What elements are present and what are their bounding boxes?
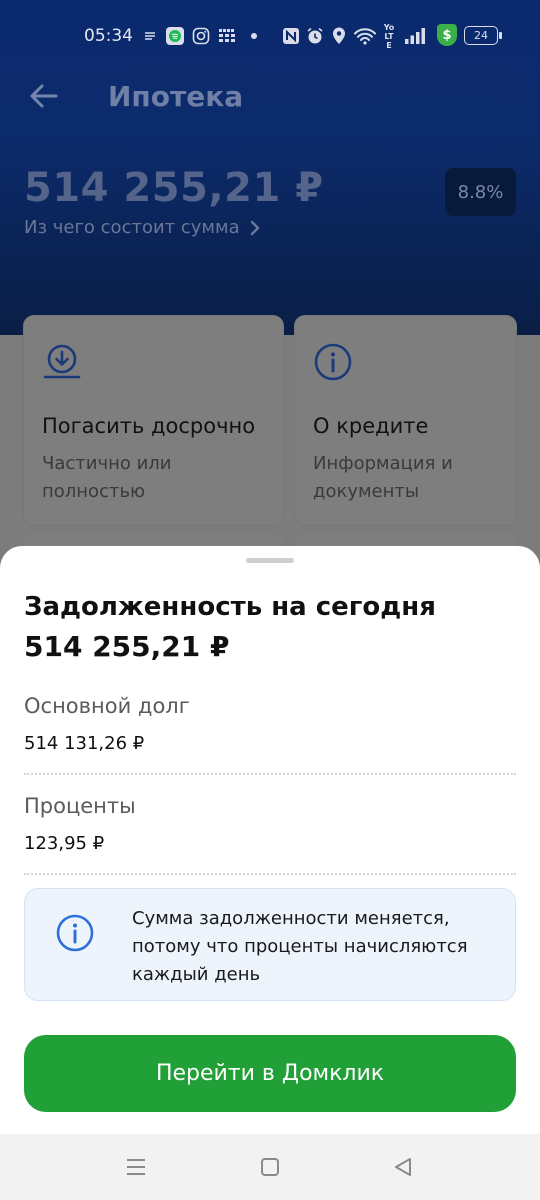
shield-icon: $ [437,24,457,46]
detmir-icon [218,26,238,46]
principal-label: Основной долг [24,694,190,718]
composition-link-label: Из чего состоит сумма [24,217,240,238]
divider [24,773,516,775]
card-subtitle: Информация и документы [313,453,453,502]
interest-label: Проценты [24,794,136,818]
amount-composition-link[interactable]: Из чего состоит сумма [24,217,260,238]
network-type: Yo LTE [383,22,395,50]
go-to-domclick-button[interactable]: Перейти в Домклик [24,1035,516,1112]
back-nav-button[interactable] [386,1152,420,1182]
sheet-total-amount: 514 255,21 ₽ [24,630,230,663]
network-label: Yo LTE [382,23,396,50]
info-icon [56,914,94,952]
interest-rate-badge: 8.8% [445,168,516,216]
arrow-left-icon [30,84,58,108]
instagram-icon [192,26,210,46]
info-notice-text: Сумма задолженности меняется, потому что… [132,908,468,985]
battery-icon: 24 [464,26,502,45]
chevron-right-icon [250,220,259,235]
info-icon [314,343,352,381]
location-icon [331,26,347,46]
status-time: 05:34 [84,26,133,46]
debt-bottom-sheet: Задолженность на сегодня 514 255,21 ₽ Ос… [0,546,540,1134]
interest-value: 123,95 ₽ [24,833,105,854]
card-title: О кредите [313,414,429,438]
status-bar: 05:34 Yo LTE $ 24 [0,0,540,72]
card-early-repayment[interactable]: Погасить досрочно Частично или полностью [24,316,283,525]
signal-icon [404,26,426,46]
card-about-loan[interactable]: О кредите Информация и документы [295,316,516,525]
home-button[interactable] [253,1152,287,1182]
principal-value: 514 131,26 ₽ [24,733,145,754]
screen: 05:34 Yo LTE $ 24 Ипотека 514 255,21 ₽ И… [0,0,540,1200]
sheet-drag-handle[interactable] [246,558,294,563]
nfc-icon [282,26,300,46]
battery-level: 24 [474,29,488,42]
wifi-icon [354,26,376,46]
alarm-icon [306,26,324,46]
card-subtitle: Частично или полностью [42,453,172,502]
back-button[interactable] [24,76,64,116]
card-title: Погасить досрочно [42,414,256,438]
notes-icon [144,26,156,46]
recent-apps-button[interactable] [119,1152,153,1182]
dot-icon [250,26,258,46]
page-title: Ипотека [108,80,244,113]
system-navigation-bar [0,1134,540,1200]
square-icon [261,1158,279,1176]
triangle-back-icon [395,1158,411,1176]
divider [24,873,516,875]
menu-icon [127,1159,145,1175]
spotify-icon [166,26,184,46]
loan-amount: 514 255,21 ₽ [24,165,324,211]
info-notice: Сумма задолженности меняется, потому что… [24,888,516,1001]
sheet-title: Задолженность на сегодня [24,592,436,622]
download-icon [43,344,81,379]
